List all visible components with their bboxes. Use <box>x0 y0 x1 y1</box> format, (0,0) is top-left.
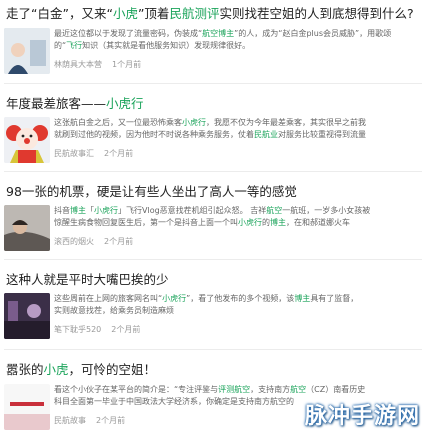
divider <box>4 83 422 84</box>
article-meta: 滚西的烟火 2个月前 <box>54 236 133 247</box>
article-time: 2个月前 <box>111 325 141 334</box>
article-thumbnail[interactable] <box>4 28 50 74</box>
article-source: 民航故事 <box>54 416 86 425</box>
article-meta: 民航故事 2个月前 <box>54 415 125 426</box>
article-time: 2个月前 <box>104 149 134 158</box>
article-summary: 抖音博主「小虎行」飞行Vlog恶意找茬机组引起众怒。 吉祥航空一航班，一岁多小女… <box>54 206 371 227</box>
article-title[interactable]: 98一张的机票，硬是让有些人坐出了高人一等的感觉 <box>6 184 422 200</box>
article-source: 滚西的烟火 <box>54 237 94 246</box>
article-summary: 这些周前在上网的旅客网名叫“小虎行”，看了他发布的多个视频，该博主具有了监督， … <box>54 294 359 315</box>
divider <box>4 171 422 172</box>
article-title[interactable]: 年度最差旅客——小虎行 <box>6 96 422 112</box>
article-meta: 民航故事汇 2个月前 <box>54 148 133 159</box>
article-title[interactable]: 这种人就是平时大嘴巴挨的少 <box>6 272 422 288</box>
article-source: 林荫具大本营 <box>54 60 102 69</box>
site-watermark: 脉冲手游网 <box>304 404 420 429</box>
article-summary: 这张航白金之后，又一位最恐怖乘客小虎行，我愿不仅为今年最差乘客，其实很早之前我 … <box>54 118 366 139</box>
article-meta: 林荫具大本营 1个月前 <box>54 59 141 70</box>
divider <box>4 349 422 350</box>
article-thumbnail[interactable] <box>4 384 50 430</box>
article-thumbnail[interactable] <box>4 117 50 163</box>
article-time: 2个月前 <box>104 237 134 246</box>
article-source: 笔下耽乎520 <box>54 325 102 334</box>
article-thumbnail[interactable] <box>4 205 50 251</box>
article-thumbnail[interactable] <box>4 293 50 339</box>
article-time: 1个月前 <box>112 60 142 69</box>
article-summary: 最近这位都以于发现了流量密码，伪装成“航空博主”的人，成为“赵白金plus会员威… <box>54 29 392 50</box>
article-meta: 笔下耽乎520 2个月前 <box>54 324 140 335</box>
article-source: 民航故事汇 <box>54 149 94 158</box>
article-title[interactable]: 走了“白金”，又来“小虎”顶着民航测评实则找茬空姐的人到底想得到什么? <box>6 6 422 22</box>
divider <box>4 259 422 260</box>
article-title[interactable]: 嚣张的小虎，可怜的空姐！ <box>6 362 422 378</box>
article-time: 2个月前 <box>96 416 126 425</box>
